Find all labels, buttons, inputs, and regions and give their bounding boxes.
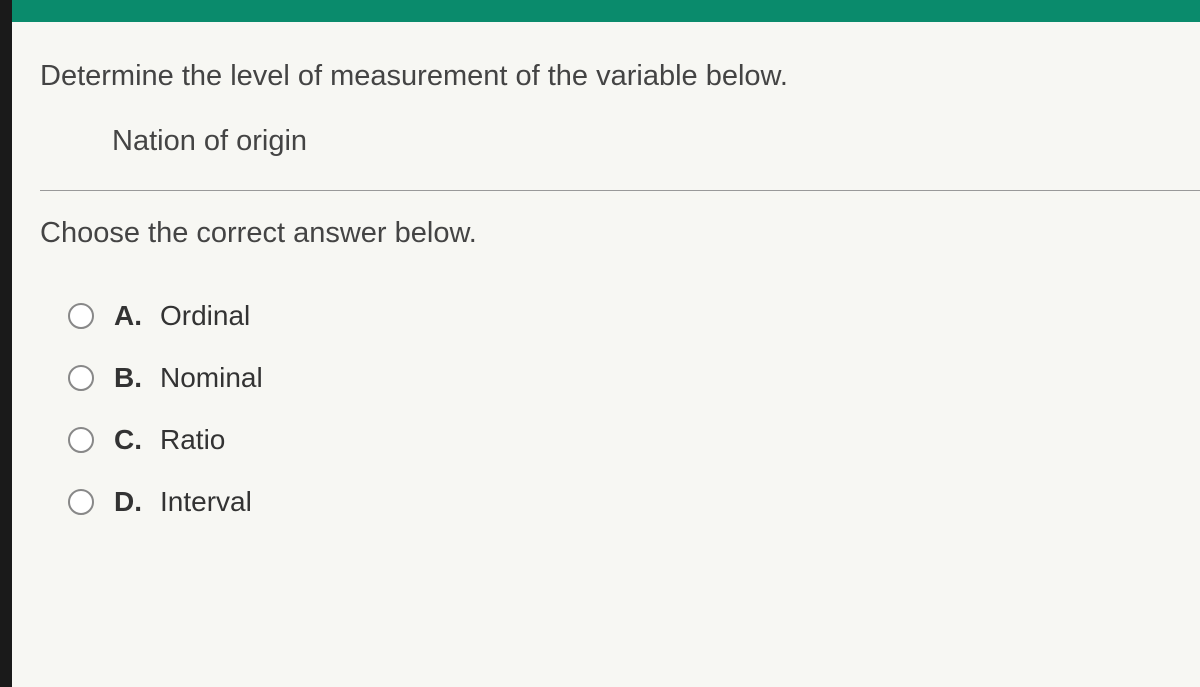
option-text: Interval	[160, 486, 252, 518]
radio-icon[interactable]	[68, 427, 94, 453]
option-text: Ratio	[160, 424, 225, 456]
option-letter: D.	[114, 486, 160, 518]
answer-instruction: Choose the correct answer below.	[40, 217, 1200, 250]
question-variable: Nation of origin	[112, 125, 1200, 158]
options-list: A. Ordinal B. Nominal C. Ratio D. Interv…	[68, 300, 1200, 518]
section-divider	[40, 190, 1200, 191]
option-letter: C.	[114, 424, 160, 456]
radio-icon[interactable]	[68, 303, 94, 329]
header-bar	[12, 0, 1200, 22]
option-d[interactable]: D. Interval	[68, 486, 1200, 518]
option-text: Ordinal	[160, 300, 250, 332]
option-b[interactable]: B. Nominal	[68, 362, 1200, 394]
option-c[interactable]: C. Ratio	[68, 424, 1200, 456]
radio-icon[interactable]	[68, 365, 94, 391]
question-prompt: Determine the level of measurement of th…	[40, 60, 1200, 93]
option-a[interactable]: A. Ordinal	[68, 300, 1200, 332]
radio-icon[interactable]	[68, 489, 94, 515]
option-text: Nominal	[160, 362, 263, 394]
option-letter: A.	[114, 300, 160, 332]
question-panel: Determine the level of measurement of th…	[12, 22, 1200, 687]
option-letter: B.	[114, 362, 160, 394]
